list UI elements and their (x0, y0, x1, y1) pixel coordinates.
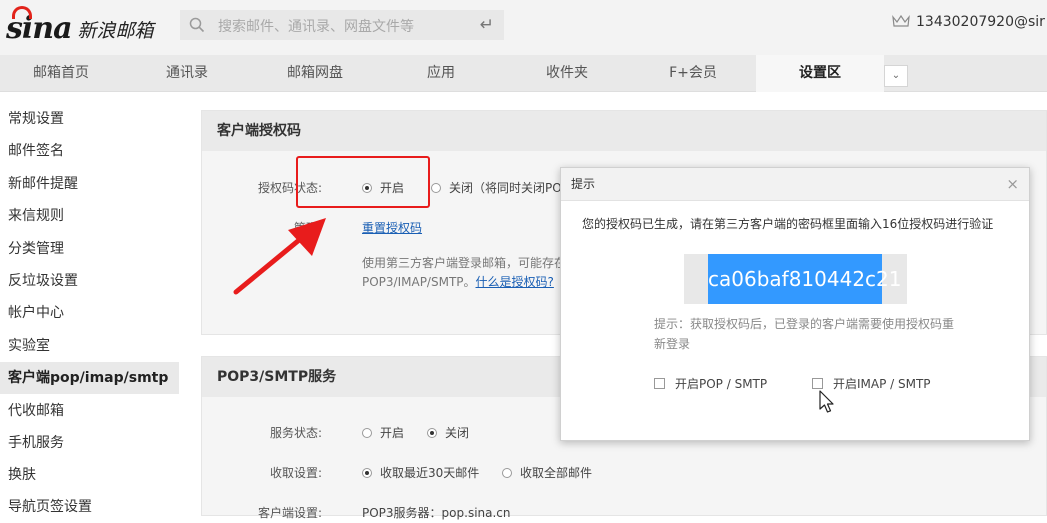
fetch-recent-radio[interactable]: 收取最近30天邮件 (362, 464, 479, 481)
sidebar-item-signature[interactable]: 邮件签名 (0, 135, 179, 167)
enable-imap-smtp-label: 开启IMAP / SMTP (833, 377, 931, 391)
auth-status-off-label: 关闭（将同时关闭PO (449, 181, 562, 195)
dialog-title: 提示 (571, 177, 596, 191)
enable-pop-smtp-label: 开启POP / SMTP (675, 377, 768, 391)
close-icon[interactable]: × (1006, 168, 1019, 200)
logo-eye-icon (12, 6, 32, 19)
sidebar-item-general[interactable]: 常规设置 (0, 103, 179, 135)
search-input[interactable]: 搜索邮件、通讯录、网盘文件等 (218, 16, 414, 36)
sidebar-item-lab[interactable]: 实验室 (0, 330, 179, 362)
tab-fplus-member[interactable]: F+会员 (630, 55, 756, 92)
sidebar-item-fetch-mailbox[interactable]: 代收邮箱 (0, 395, 179, 427)
sidebar-item-anti-spam[interactable]: 反垃圾设置 (0, 265, 179, 297)
sina-logo[interactable]: sina 新浪邮箱 (6, 6, 154, 46)
tab-mail-home[interactable]: 邮箱首页 (0, 55, 122, 92)
radio-off-icon[interactable] (431, 183, 441, 193)
search-box[interactable]: 搜索邮件、通讯录、网盘文件等 ↵ (180, 10, 504, 40)
service-status-label: 服务状态: (269, 426, 322, 440)
reset-auth-code-link[interactable]: 重置授权码 (362, 219, 422, 236)
sidebar-item-skin[interactable]: 换肤 (0, 459, 179, 491)
annotation-highlight-box (296, 156, 430, 208)
tab-apps[interactable]: 应用 (378, 55, 504, 92)
service-off-label: 关闭 (445, 426, 470, 440)
auth-code-dialog: 提示 × 您的授权码已生成，请在第三方客户端的密码框里面输入16位授权码进行验证… (560, 167, 1030, 441)
what-is-auth-code-link[interactable]: 什么是授权码? (476, 275, 554, 289)
top-bar: sina 新浪邮箱 搜索邮件、通讯录、网盘文件等 ↵ 13430207920@s… (0, 0, 1047, 55)
sidebar-item-new-mail-alert[interactable]: 新邮件提醒 (0, 168, 179, 200)
client-setting-value: POP3服务器：pop.sina.cn (362, 506, 511, 520)
sidebar-item-account-center[interactable]: 帐户中心 (0, 297, 179, 329)
auth-code-value[interactable]: ca06baf810442c21 (708, 254, 902, 304)
tab-inbox-folder[interactable]: 收件夹 (504, 55, 630, 92)
user-account[interactable]: 13430207920@sir (892, 14, 1045, 30)
dialog-header: 提示 × (561, 168, 1029, 201)
auth-note-prefix: POP3/IMAP/SMTP。 (362, 275, 476, 289)
tab-settings[interactable]: 设置区 (756, 55, 884, 92)
tab-netdisk[interactable]: 邮箱网盘 (252, 55, 378, 92)
sidebar-item-categories[interactable]: 分类管理 (0, 233, 179, 265)
logo-wordmark: sina (6, 6, 73, 46)
service-on-label: 开启 (380, 426, 405, 440)
service-off-radio[interactable]: 关闭 (427, 424, 469, 441)
auth-note-line1: 使用第三方客户端登录邮箱，可能存在 (362, 256, 567, 270)
search-icon[interactable] (189, 17, 205, 33)
enable-pop-smtp-checkbox[interactable]: 开启POP / SMTP (654, 375, 767, 392)
user-account-label: 13430207920@sir (916, 14, 1045, 30)
sidebar-item-mail-rules[interactable]: 来信规则 (0, 200, 179, 232)
fetch-all-label: 收取全部邮件 (520, 466, 593, 480)
radio-service-on-icon[interactable] (362, 428, 372, 438)
sidebar-item-mobile-service[interactable]: 手机服务 (0, 427, 179, 459)
auth-code-title: 客户端授权码 (202, 111, 1046, 151)
fetch-recent-label: 收取最近30天邮件 (380, 466, 480, 480)
service-on-radio[interactable]: 开启 (362, 424, 404, 441)
reset-auth-code-text[interactable]: 重置授权码 (362, 221, 422, 235)
dialog-tip: 提示：获取授权码后，已登录的客户端需要使用授权码重新登录 (654, 317, 955, 351)
auth-note-line2: POP3/IMAP/SMTP。什么是授权码? (362, 273, 554, 292)
crown-icon (892, 14, 910, 27)
settings-sidebar: 常规设置 邮件签名 新邮件提醒 来信规则 分类管理 反垃圾设置 帐户中心 实验室… (0, 92, 179, 515)
main-nav: 邮箱首页 通讯录 邮箱网盘 应用 收件夹 F+会员 设置区 ⌄ (0, 55, 1047, 92)
checkbox-imap-icon[interactable] (812, 378, 823, 389)
annotation-arrow-icon (233, 218, 326, 295)
auth-status-off-radio[interactable]: 关闭（将同时关闭PO (431, 179, 562, 196)
checkbox-pop-icon[interactable] (654, 378, 665, 389)
client-setting-label: 客户端设置: (257, 506, 322, 520)
tab-contacts[interactable]: 通讯录 (122, 55, 252, 92)
fetch-all-radio[interactable]: 收取全部邮件 (502, 464, 592, 481)
radio-fetch-recent-icon[interactable] (362, 468, 372, 478)
radio-service-off-icon[interactable] (427, 428, 437, 438)
logo-text: 新浪邮箱 (77, 20, 154, 42)
sidebar-item-client-pop-imap-smtp[interactable]: 客户端pop/imap/smtp (0, 362, 179, 394)
enter-icon[interactable]: ↵ (480, 15, 494, 35)
dialog-message: 您的授权码已生成，请在第三方客户端的密码框里面输入16位授权码进行验证 (582, 217, 994, 231)
radio-fetch-all-icon[interactable] (502, 468, 512, 478)
chevron-down-icon[interactable]: ⌄ (884, 65, 908, 87)
sidebar-item-nav-tabs[interactable]: 导航页签设置 (0, 491, 179, 523)
fetch-setting-label: 收取设置: (269, 466, 322, 480)
auth-code-box: ca06baf810442c21 (684, 254, 907, 304)
mouse-cursor-icon (819, 390, 834, 413)
